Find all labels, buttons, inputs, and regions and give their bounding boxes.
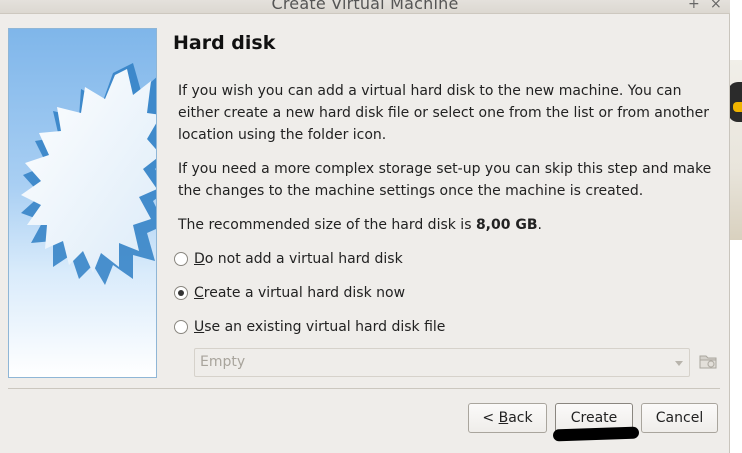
- window-title: Create Virtual Machine: [271, 0, 459, 13]
- recommended-size-value: 8,00 GB: [475, 217, 538, 233]
- back-button[interactable]: < Back: [468, 403, 547, 433]
- use-existing-label-rest: se an existing virtual hard disk file: [204, 319, 446, 335]
- maximize-button[interactable]: +: [688, 0, 700, 12]
- use-existing-mnemonic: U: [194, 319, 205, 335]
- no-disk-label: Do not add a virtual hard disk: [194, 251, 403, 267]
- recommended-size-prefix: The recommended size of the hard disk is: [178, 217, 476, 233]
- close-button[interactable]: ×: [710, 0, 722, 12]
- no-disk-radio[interactable]: [174, 252, 188, 266]
- recommended-size-suffix: .: [537, 217, 542, 233]
- recommended-size-text: The recommended size of the hard disk is…: [178, 214, 718, 236]
- choose-disk-folder-button[interactable]: [697, 350, 719, 372]
- create-disk-label: Create a virtual hard disk now: [194, 285, 405, 301]
- back-button-mnemonic: B: [498, 410, 509, 426]
- chevron-down-icon: [675, 361, 683, 366]
- redaction-mark: [552, 426, 640, 442]
- cancel-button[interactable]: Cancel: [641, 403, 718, 433]
- page-title: Hard disk: [173, 32, 276, 54]
- storage-note-paragraph: If you need a more complex storage set-u…: [178, 161, 712, 199]
- create-disk-label-rest: reate a virtual hard disk now: [203, 285, 406, 301]
- back-button-prefix: <: [482, 410, 499, 426]
- no-disk-label-rest: o not add a virtual hard disk: [204, 251, 403, 267]
- existing-disk-select[interactable]: Empty: [194, 348, 690, 377]
- create-disk-mnemonic: C: [194, 285, 204, 301]
- existing-disk-select-value: Empty: [200, 354, 246, 370]
- create-disk-option[interactable]: Create a virtual hard disk now: [174, 283, 405, 303]
- background-penguin-beak: [733, 102, 742, 112]
- use-existing-option[interactable]: Use an existing virtual hard disk file: [174, 317, 445, 337]
- use-existing-radio[interactable]: [174, 320, 188, 334]
- create-vm-dialog: Create Virtual Machine + × Hard disk If …: [0, 0, 730, 453]
- create-disk-radio[interactable]: [174, 286, 188, 300]
- starburst-icon: [21, 63, 156, 285]
- no-disk-mnemonic: D: [194, 251, 205, 267]
- folder-icon: [699, 355, 717, 369]
- back-button-rest: ack: [508, 410, 533, 426]
- no-disk-option[interactable]: Do not add a virtual hard disk: [174, 249, 403, 269]
- button-separator: [8, 388, 720, 389]
- wizard-side-image: [8, 28, 157, 378]
- intro-paragraph: If you wish you can add a virtual hard d…: [178, 83, 710, 143]
- use-existing-label: Use an existing virtual hard disk file: [194, 319, 445, 335]
- titlebar[interactable]: Create Virtual Machine + ×: [0, 0, 730, 14]
